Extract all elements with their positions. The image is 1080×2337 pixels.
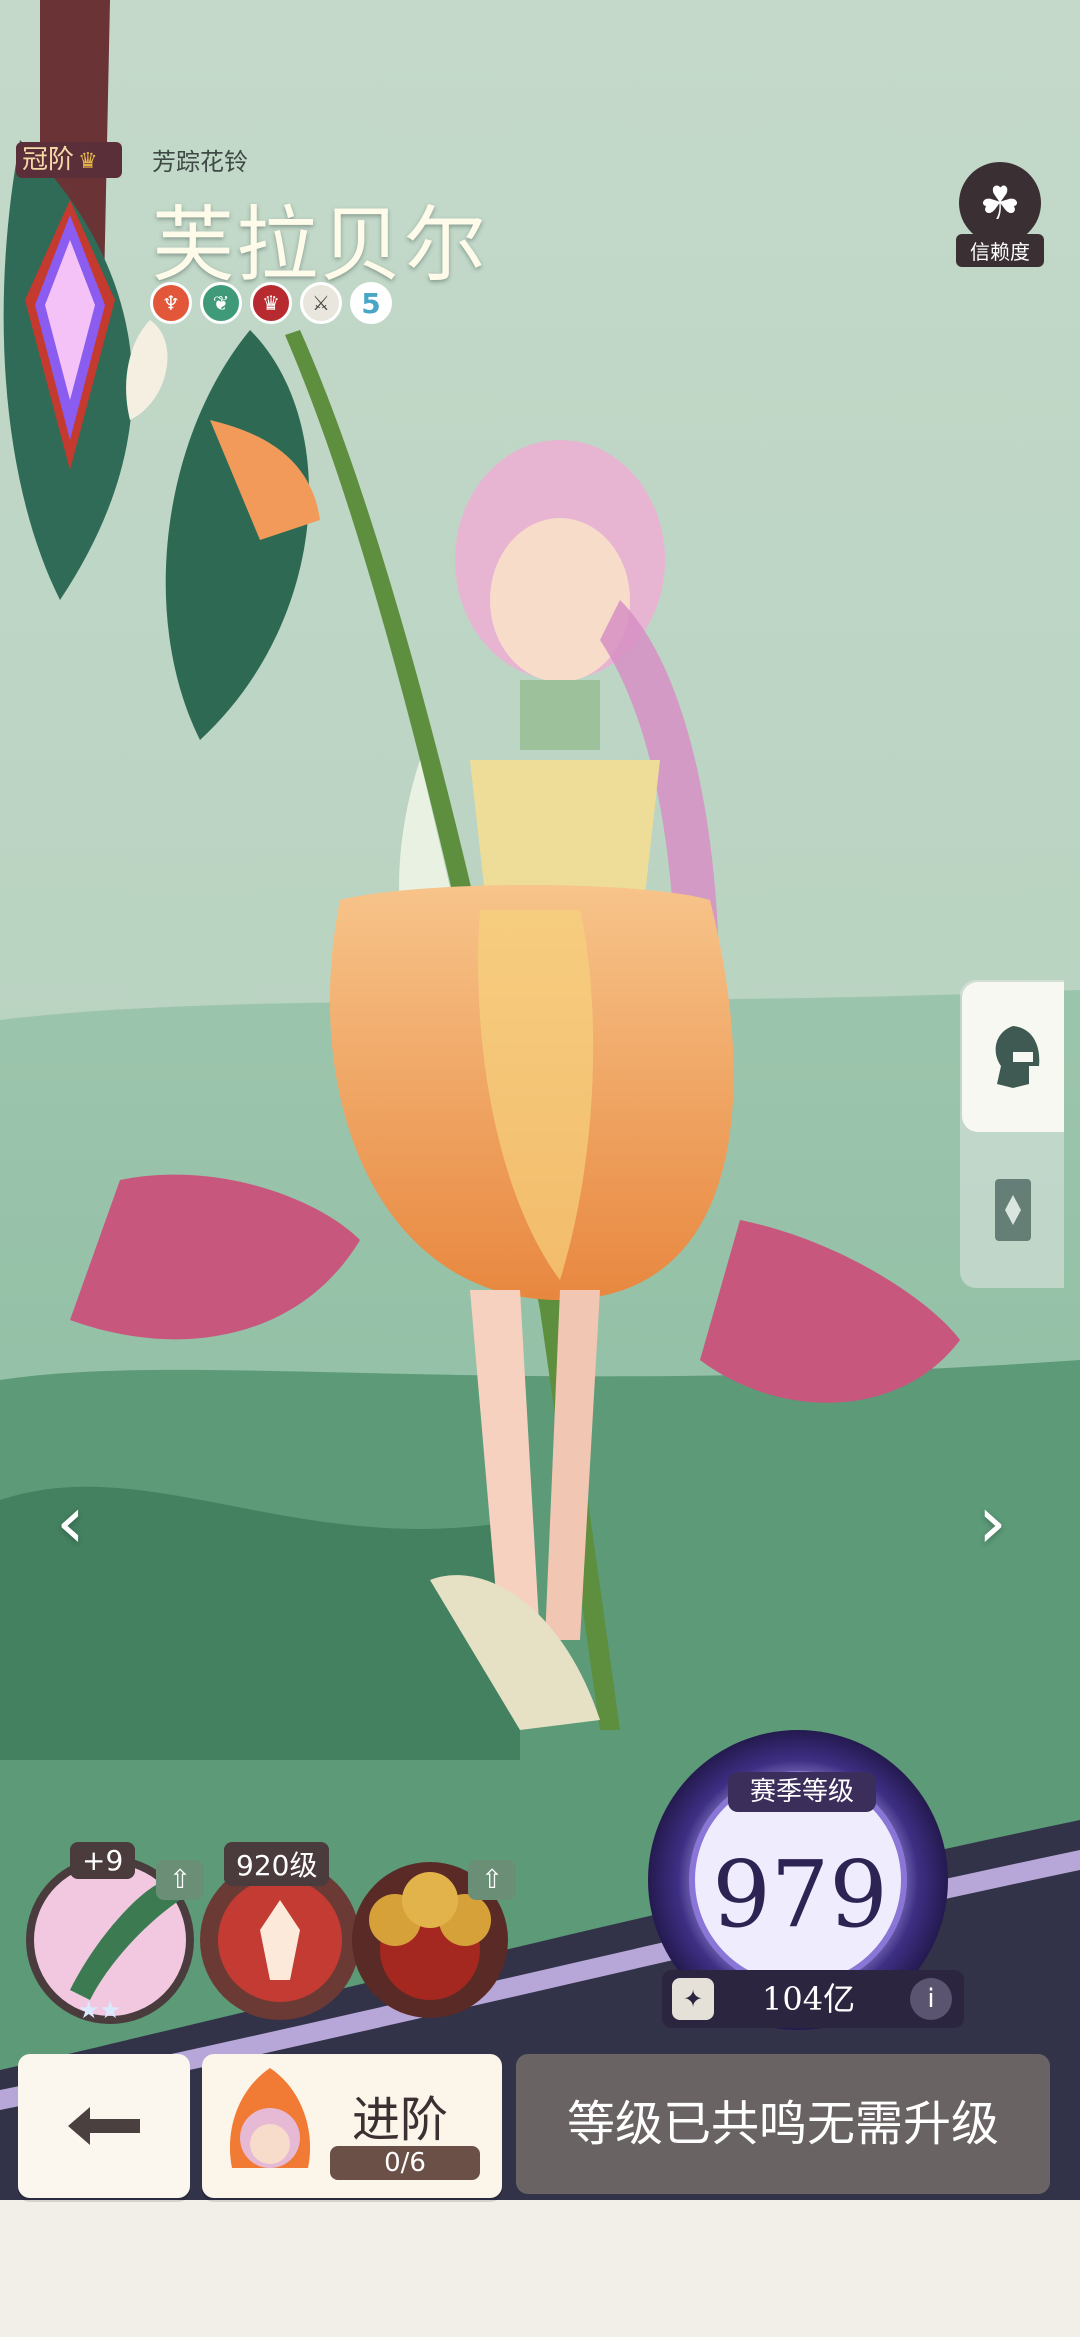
hero-avatar <box>229 2068 311 2168</box>
star-rating: ★★ <box>78 1996 122 2024</box>
helmet-icon <box>995 1026 1040 1088</box>
nature-element-icon[interactable]: ❦ <box>200 282 242 324</box>
hero-name: 芙拉贝尔 <box>152 198 489 293</box>
info-icon[interactable]: i <box>910 1978 952 2020</box>
season-level-value: 979 <box>712 1841 888 1948</box>
class-icon[interactable]: ♛ <box>250 282 292 324</box>
trust-label: 信赖度 <box>956 234 1044 267</box>
crossed-swords-icon[interactable]: ⚔ <box>300 282 342 324</box>
rank-gem-icon[interactable] <box>20 196 120 486</box>
tab-card[interactable] <box>962 1140 1064 1280</box>
advance-progress: 0/6 <box>330 2146 480 2180</box>
back-button[interactable] <box>18 2054 190 2198</box>
currency-icon: ✦ <box>672 1978 714 2020</box>
crown-icon: ♛ <box>78 149 98 174</box>
back-arrow-icon <box>68 2107 140 2145</box>
currency-bar: ✦ 104亿 i <box>662 1970 964 2028</box>
clover-icon: ☘ <box>959 162 1041 244</box>
hero-attribute-row: ♆ ❦ ♛ ⚔ 5 <box>150 282 392 324</box>
chevron-right-icon[interactable]: › <box>978 1480 1007 1564</box>
rank-tier-badge: 冠阶 ♛ <box>16 142 122 178</box>
advance-label: 进阶 <box>352 2092 449 2148</box>
chevron-left-icon[interactable]: ‹ <box>56 1480 85 1564</box>
trust-button[interactable]: ☘ 信赖度 <box>956 162 1044 267</box>
relic-slot[interactable] <box>352 1860 512 2020</box>
tab-helmet[interactable] <box>962 982 1064 1132</box>
advance-button[interactable]: 进阶 0/6 <box>202 2054 502 2198</box>
hero-subtitle: 芳踪花铃 <box>152 148 248 176</box>
currency-value: 104亿 <box>762 1980 856 2018</box>
fire-element-icon[interactable]: ♆ <box>150 282 192 324</box>
resonance-status-button[interactable]: 等级已共鸣无需升级 <box>516 2054 1050 2194</box>
attribute-count[interactable]: 5 <box>350 282 392 324</box>
season-level-label: 赛季等级 <box>728 1772 876 1812</box>
card-icon <box>995 1179 1031 1241</box>
weapon-slot[interactable] <box>200 1860 360 2020</box>
rank-tier-label: 冠阶 <box>22 145 75 175</box>
